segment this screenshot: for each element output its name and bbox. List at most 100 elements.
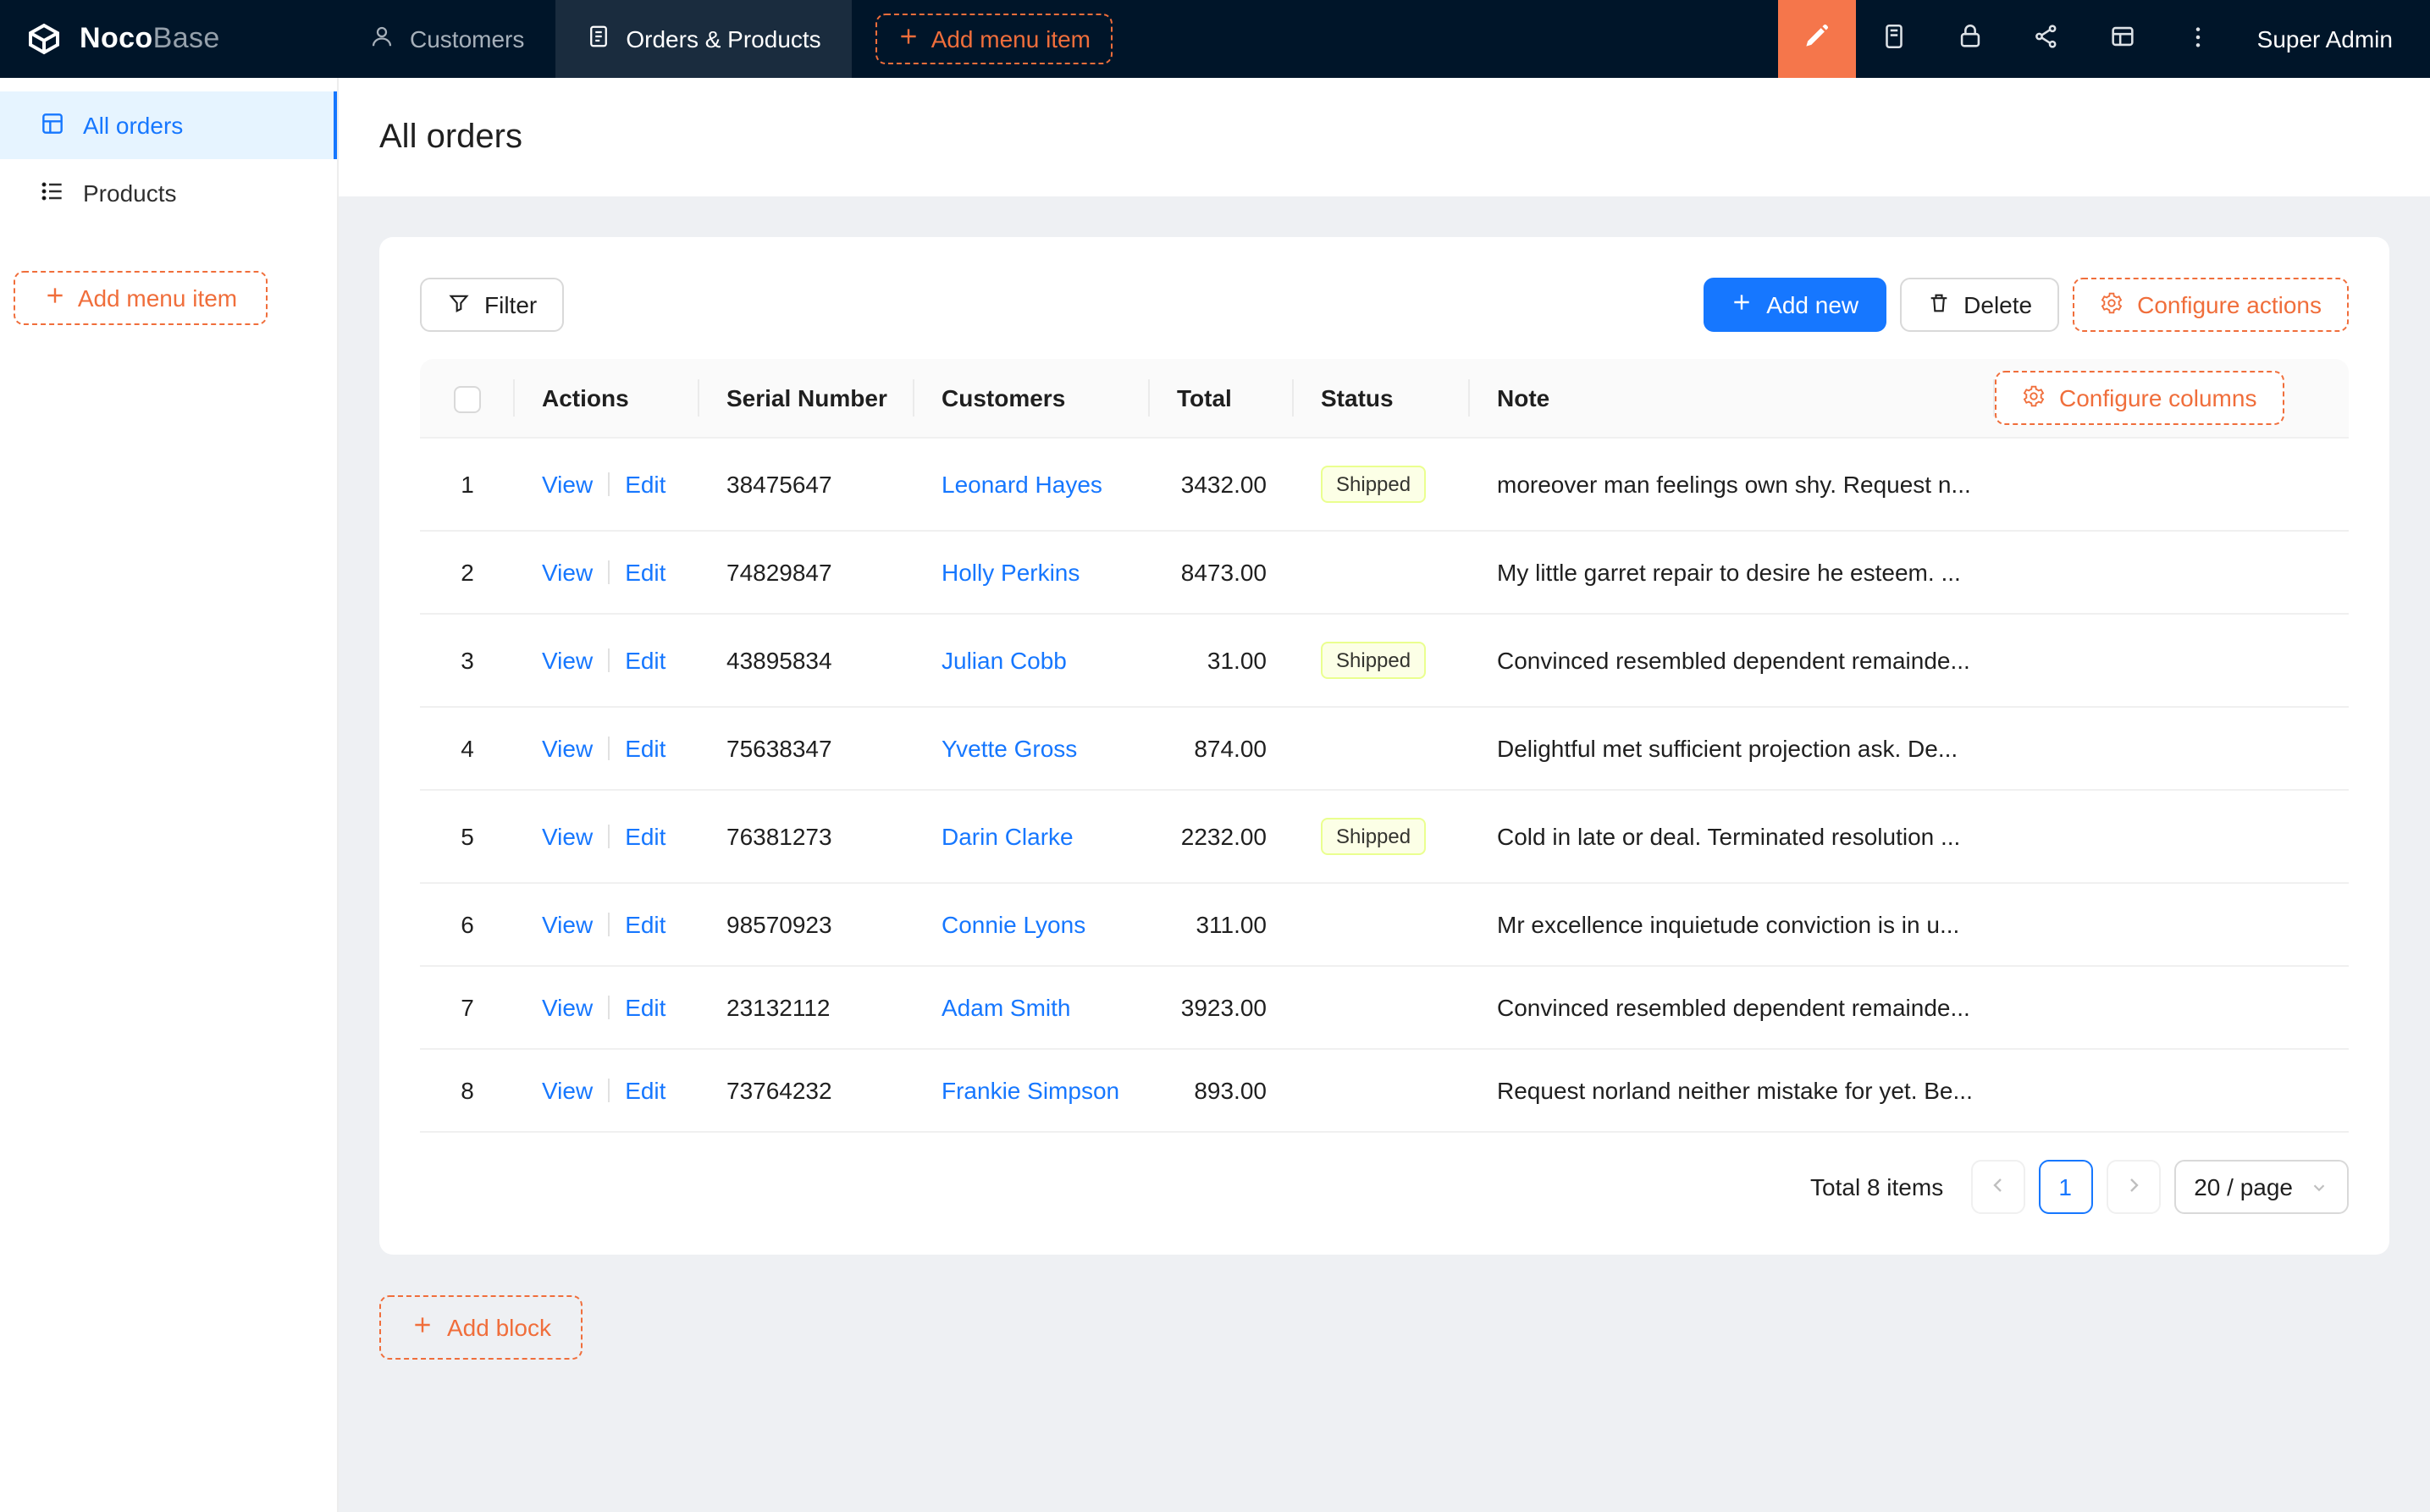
layout-button[interactable] <box>2085 0 2161 78</box>
customer-link[interactable]: Yvette Gross <box>942 735 1077 762</box>
page-size-select[interactable]: 20 / page <box>2173 1160 2349 1214</box>
table-row: 8 ViewEdit 73764232 Frankie Simpson 893.… <box>420 1049 2349 1132</box>
cell-actions: View Edit <box>515 614 699 707</box>
customer-link[interactable]: Holly Perkins <box>942 559 1080 586</box>
body: All orders Products Add menu item All or… <box>0 78 2430 1512</box>
column-header-customers: Customers <box>914 359 1150 438</box>
nav-tab-customers[interactable]: Customers <box>339 0 555 78</box>
sidebar-item-all-orders[interactable]: All orders <box>0 91 337 159</box>
lock-button[interactable] <box>1932 0 2008 78</box>
edit-link[interactable]: Edit <box>625 1077 665 1104</box>
customer-link[interactable]: Adam Smith <box>942 994 1071 1021</box>
page-title: All orders <box>379 118 522 157</box>
gear-icon <box>2022 384 2046 412</box>
nav-tab-orders-products[interactable]: Orders & Products <box>555 0 851 78</box>
cell-spacer <box>1995 790 2349 883</box>
edit-link[interactable]: Edit <box>625 994 665 1021</box>
orders-block: Filter Add new <box>379 237 2389 1255</box>
main-area: All orders Filter <box>339 78 2430 1512</box>
chevron-left-icon <box>1987 1173 2008 1200</box>
nav-tab-label: Customers <box>410 25 524 52</box>
orders-table: Actions Serial Number Customers Total St… <box>420 359 2349 1133</box>
cell-status: Shipped <box>1294 614 1470 707</box>
sidebar-item-products[interactable]: Products <box>0 159 337 227</box>
sidebar: All orders Products Add menu item <box>0 78 339 1512</box>
current-user[interactable]: Super Admin <box>2237 25 2430 52</box>
configure-columns-button[interactable]: Configure columns <box>1995 371 2284 425</box>
view-link[interactable]: View <box>542 823 593 850</box>
cell-spacer <box>1995 883 2349 966</box>
row-index: 8 <box>420 1049 515 1132</box>
logo-text-light: Base <box>153 22 220 54</box>
edit-link[interactable]: Edit <box>625 735 665 762</box>
edit-link[interactable]: Edit <box>625 471 665 498</box>
cell-actions: View Edit <box>515 531 699 614</box>
view-link[interactable]: View <box>542 1077 593 1104</box>
configure-actions-label: Configure actions <box>2137 291 2322 318</box>
add-block-button[interactable]: Add block <box>379 1295 583 1360</box>
add-menu-item-button-sidebar[interactable]: Add menu item <box>14 271 268 325</box>
list-icon <box>39 177 66 209</box>
logo[interactable]: NocoBase <box>0 19 339 59</box>
sidebar-item-label: Products <box>83 179 177 207</box>
more-icon <box>2185 23 2212 55</box>
cell-customer: Holly Perkins <box>914 531 1150 614</box>
edit-link[interactable]: Edit <box>625 911 665 938</box>
cell-serial: 43895834 <box>699 614 914 707</box>
cell-customer: Darin Clarke <box>914 790 1150 883</box>
add-menu-item-label: Add menu item <box>78 284 237 312</box>
column-header-note: Note <box>1470 359 1995 438</box>
page-content: Filter Add new <box>339 196 2430 1512</box>
cell-spacer <box>1995 966 2349 1049</box>
cell-serial: 74829847 <box>699 531 914 614</box>
customer-link[interactable]: Julian Cobb <box>942 647 1067 674</box>
add-new-button[interactable]: Add new <box>1704 278 1886 332</box>
plugin-button[interactable] <box>2008 0 2085 78</box>
add-menu-item-button-topbar[interactable]: Add menu item <box>875 14 1113 64</box>
pagination-next-button[interactable] <box>2106 1160 2160 1214</box>
delete-button[interactable]: Delete <box>1899 278 2059 332</box>
customer-link[interactable]: Leonard Hayes <box>942 471 1102 498</box>
configure-actions-button[interactable]: Configure actions <box>2073 278 2349 332</box>
configure-columns-cell: Configure columns <box>1995 359 2349 438</box>
docs-button[interactable] <box>1856 0 1932 78</box>
cell-status <box>1294 883 1470 966</box>
layout-icon <box>2108 22 2137 56</box>
cell-spacer <box>1995 707 2349 790</box>
view-link[interactable]: View <box>542 735 593 762</box>
cell-note: Delightful met sufficient projection ask… <box>1470 707 1995 790</box>
cell-spacer <box>1995 1049 2349 1132</box>
cell-status <box>1294 966 1470 1049</box>
gear-icon <box>2100 290 2123 319</box>
more-button[interactable] <box>2161 0 2237 78</box>
cell-actions: View Edit <box>515 438 699 531</box>
view-link[interactable]: View <box>542 559 593 586</box>
table-body: 1 ViewEdit 38475647 Leonard Hayes 3432.0… <box>420 438 2349 1132</box>
divider <box>608 996 610 1019</box>
status-badge: Shipped <box>1321 466 1426 503</box>
view-link[interactable]: View <box>542 647 593 674</box>
customer-link[interactable]: Darin Clarke <box>942 823 1074 850</box>
view-link[interactable]: View <box>542 994 593 1021</box>
edit-link[interactable]: Edit <box>625 823 665 850</box>
row-index: 3 <box>420 614 515 707</box>
select-all-checkbox[interactable] <box>454 385 481 412</box>
customer-link[interactable]: Frankie Simpson <box>942 1077 1119 1104</box>
table-row: 2 ViewEdit 74829847 Holly Perkins 8473.0… <box>420 531 2349 614</box>
customers-icon <box>369 24 395 54</box>
ui-editor-button[interactable] <box>1778 0 1856 78</box>
cell-note: Convinced resembled dependent remainde..… <box>1470 966 1995 1049</box>
cell-total: 874.00 <box>1150 707 1294 790</box>
cell-note: Request norland neither mistake for yet.… <box>1470 1049 1995 1132</box>
cell-customer: Leonard Hayes <box>914 438 1150 531</box>
filter-button[interactable]: Filter <box>420 278 564 332</box>
edit-link[interactable]: Edit <box>625 559 665 586</box>
plus-icon <box>897 25 920 52</box>
customer-link[interactable]: Connie Lyons <box>942 911 1085 938</box>
view-link[interactable]: View <box>542 911 593 938</box>
pagination-prev-button[interactable] <box>1970 1160 2024 1214</box>
edit-link[interactable]: Edit <box>625 647 665 674</box>
view-link[interactable]: View <box>542 471 593 498</box>
cell-total: 311.00 <box>1150 883 1294 966</box>
pagination-page-1[interactable]: 1 <box>2038 1160 2092 1214</box>
